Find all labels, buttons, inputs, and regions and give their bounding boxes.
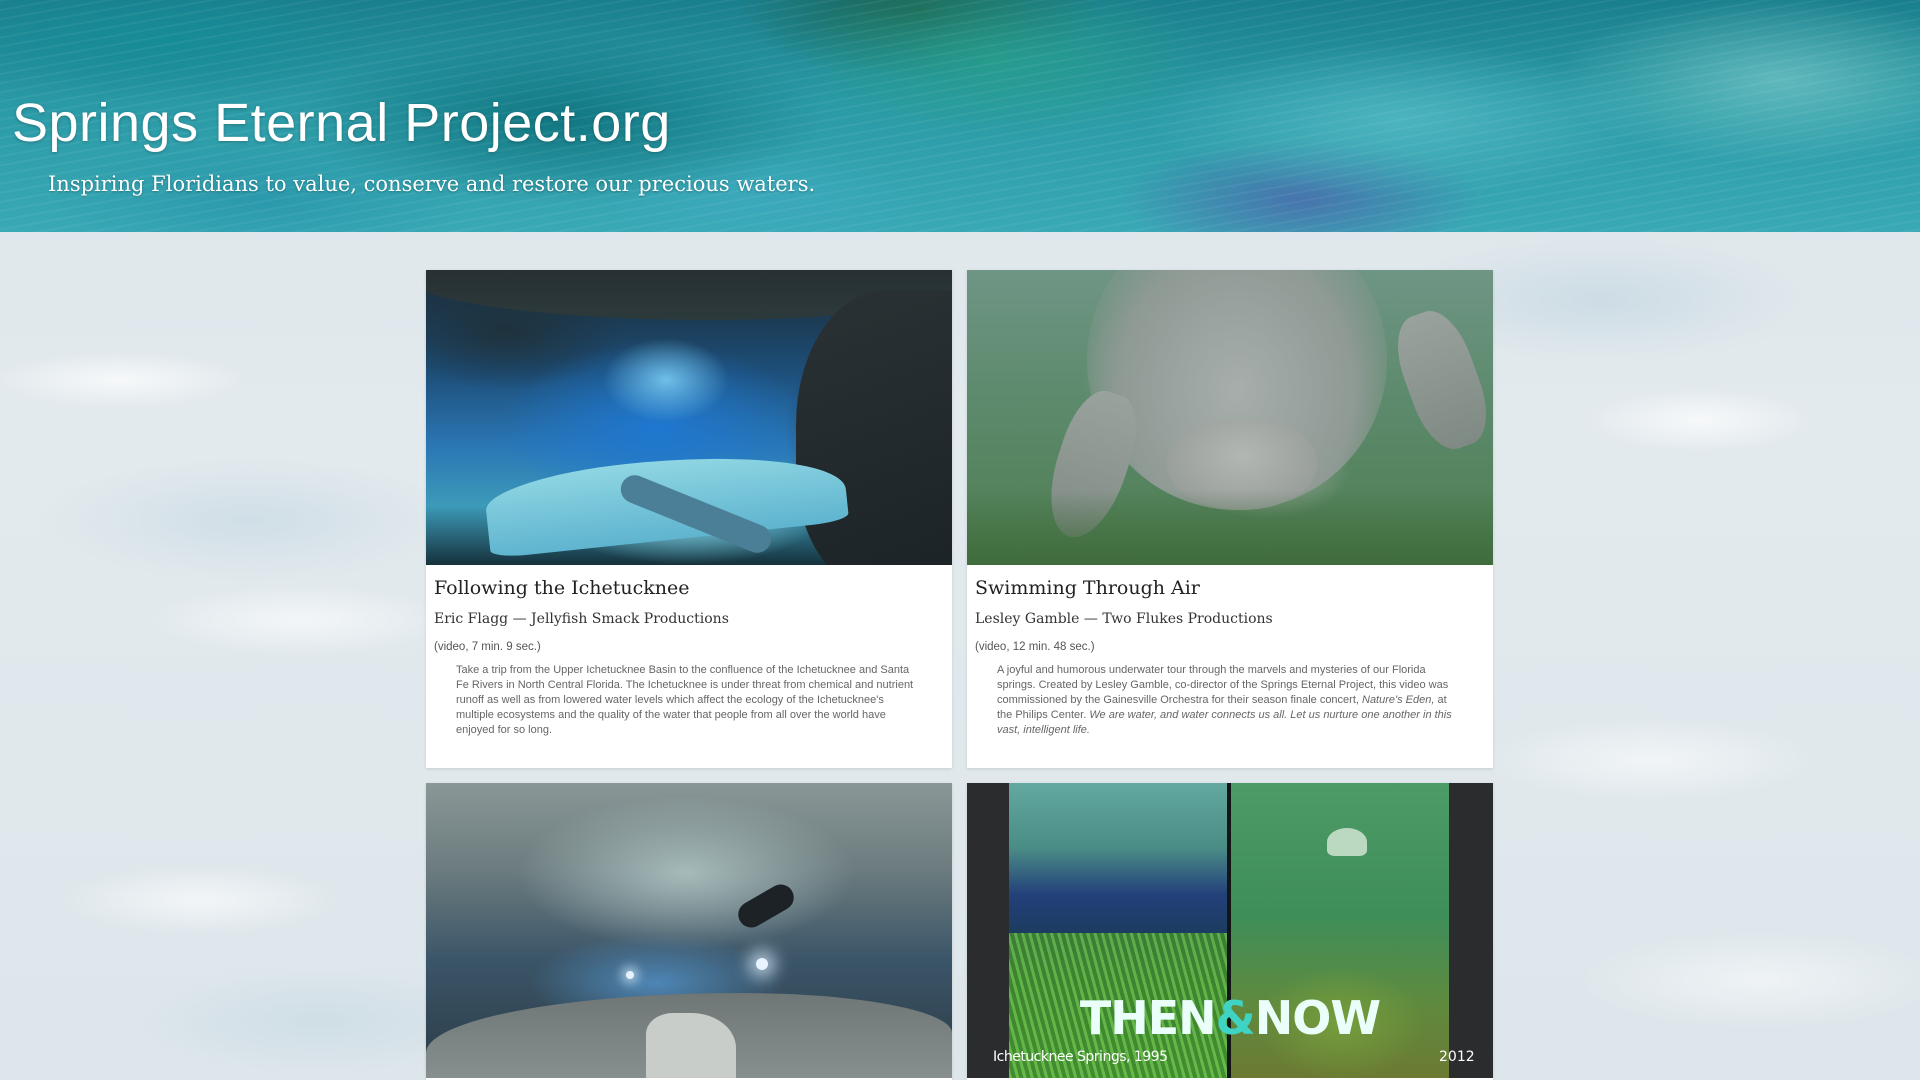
dive-light [756, 958, 768, 970]
now-text: NOW [1254, 991, 1381, 1045]
video-author: Eric Flagg — Jellyfish Smack Productions [434, 611, 729, 627]
swimmer-silhouette [1327, 828, 1367, 856]
ampersand-text: & [1215, 991, 1256, 1045]
diver-silhouette [733, 879, 799, 933]
video-card-cave-dive[interactable] [426, 783, 952, 1080]
video-title[interactable]: Swimming Through Air [975, 577, 1200, 599]
underwater-cave-image[interactable] [426, 270, 952, 565]
limestone-formation [646, 1013, 736, 1078]
then-text: THEN [1079, 991, 1217, 1045]
caption-right: 2012 [1439, 1049, 1475, 1065]
dive-light [626, 971, 634, 979]
video-card-then-and-now[interactable]: THEN&NOW Ichetucknee Springs, 1995 2012 [967, 783, 1493, 1080]
caption-left: Ichetucknee Springs, 1995 [993, 1049, 1168, 1065]
video-card-following-ichetucknee[interactable]: Following the Ichetucknee Eric Flagg — J… [426, 270, 952, 768]
description-emphasis: Nature's Eden, [1362, 694, 1435, 706]
site-header: Springs Eternal Project.org Inspiring Fl… [0, 0, 1920, 232]
video-card-swimming-through-air[interactable]: Swimming Through Air Lesley Gamble — Two… [967, 270, 1493, 768]
video-author: Lesley Gamble — Two Flukes Productions [975, 611, 1273, 627]
then-now-overlay-title: THEN&NOW [967, 991, 1493, 1045]
video-duration: (video, 12 min. 48 sec.) [975, 641, 1095, 653]
then-and-now-image[interactable]: THEN&NOW Ichetucknee Springs, 1995 2012 [967, 783, 1493, 1078]
spring-floor [967, 490, 1493, 565]
video-duration: (video, 7 min. 9 sec.) [434, 641, 541, 653]
site-title[interactable]: Springs Eternal Project.org [12, 92, 671, 154]
cave-diver-image[interactable] [426, 783, 952, 1078]
video-title[interactable]: Following the Ichetucknee [434, 577, 690, 599]
video-description: Take a trip from the Upper Ichetucknee B… [456, 664, 914, 736]
manatee-flipper-right [1385, 302, 1493, 458]
site-tagline: Inspiring Floridians to value, conserve … [48, 172, 816, 196]
video-description: A joyful and humorous underwater tour th… [997, 663, 1457, 738]
manatee-image[interactable] [967, 270, 1493, 565]
